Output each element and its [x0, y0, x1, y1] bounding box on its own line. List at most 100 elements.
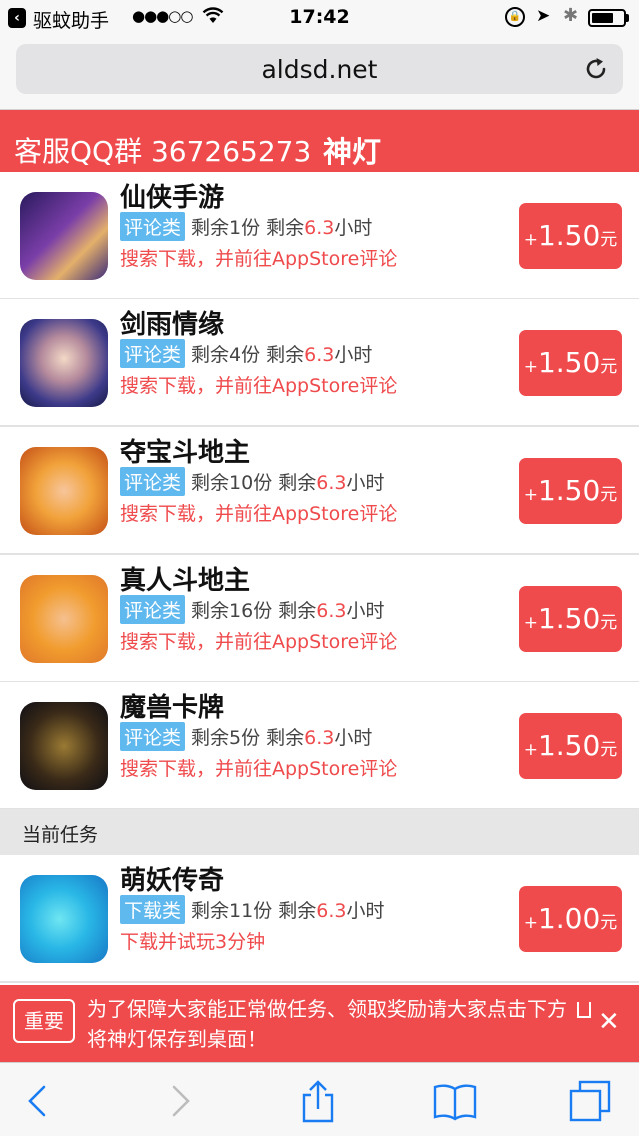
task-time-prefix: 剩余 — [278, 472, 317, 494]
rotation-lock-icon: 🔒 — [505, 7, 525, 27]
task-row[interactable]: 萌妖传奇 下载类 剩余11份 剩余6.3小时下载并试玩3分钟 +1.00元 — [0, 855, 639, 983]
reward-plus-sign: + — [523, 613, 538, 633]
notice-text: 为了保障大家能正常做任务、领取奖励请大家点击下方 将神灯保存到桌面！ — [87, 994, 607, 1054]
share-icon[interactable] — [296, 1079, 340, 1123]
reward-amount: 1.50 — [537, 346, 601, 379]
zhenren-doudizhu-icon — [20, 575, 108, 663]
forward-icon[interactable] — [158, 1079, 202, 1123]
reward-plus-sign: + — [523, 485, 538, 505]
reward-currency: 元 — [600, 613, 618, 633]
task-row[interactable]: 魔兽卡牌 评论类 剩余5份 剩余6.3小时搜索下载，并前往AppStore评论 +1.… — [0, 682, 639, 810]
task-meta: 评论类 剩余4份 剩余6.3小时 — [120, 339, 372, 368]
reward-currency: 元 — [600, 913, 618, 933]
task-remaining-count: 剩余10份 — [191, 472, 273, 494]
url-text[interactable]: aldsd.net — [16, 55, 623, 84]
task-hours-left: 6.3 — [316, 472, 347, 494]
task-time-suffix: 小时 — [346, 900, 385, 922]
task-category-badge: 评论类 — [120, 722, 186, 751]
task-remaining-count: 剩余11份 — [191, 900, 273, 922]
reward-currency: 元 — [600, 357, 618, 377]
battery-level — [592, 13, 613, 23]
task-row[interactable]: 剑雨情缘 评论类 剩余4份 剩余6.3小时 搜索下载，并前往AppStore评论 +1.… — [0, 299, 639, 427]
task-title: 魔兽卡牌 — [120, 693, 225, 723]
reward-amount: 1.50 — [537, 474, 601, 507]
task-time-prefix: 剩余 — [266, 344, 305, 366]
task-title: 萌妖传奇 — [120, 866, 225, 896]
notice-banner[interactable]: 重要 为了保障大家能正常做任务、领取奖励请大家点击下方 将神灯保存到桌面！ ✕ — [0, 985, 639, 1062]
task-category-badge: 下载类 — [120, 895, 186, 924]
reward-amount: 1.50 — [537, 602, 601, 635]
notice-important-tag: 重要 — [13, 999, 75, 1043]
task-title: 真人斗地主 — [120, 566, 251, 596]
task-hours-left: 6.3 — [316, 600, 347, 622]
task-time-suffix: 小时 — [346, 600, 385, 622]
reward-plus-sign: + — [523, 357, 538, 377]
notice-text-before: 为了保障大家能正常做任务、领取奖励请大家点击下方 — [87, 997, 567, 1021]
task-hint: 搜索下载，并前往AppStore评论 — [120, 503, 398, 525]
browser-address-bar: aldsd.net — [0, 38, 639, 110]
duobao-doudizhu-icon — [20, 447, 108, 535]
task-hint: 搜索下载，并前往AppStore评论 — [120, 375, 398, 397]
jianyu-game-icon — [20, 319, 108, 407]
task-category-badge: 评论类 — [120, 595, 186, 624]
task-meta: 下载类 剩余11份 剩余6.3小时 — [120, 895, 385, 924]
qq-group-text: 客服QQ群 367265273 — [14, 135, 312, 168]
battery-icon — [588, 9, 626, 27]
task-title: 夺宝斗地主 — [120, 438, 251, 468]
task-remaining-count: 剩余1份 — [191, 217, 261, 239]
task-meta: 评论类 剩余16份 剩余6.3小时 — [120, 595, 385, 624]
task-category-badge: 评论类 — [120, 467, 186, 496]
task-reward-button[interactable]: +1.50元 — [519, 713, 622, 779]
task-hint: 下载并试玩3分钟 — [120, 931, 266, 953]
reward-amount: 1.00 — [537, 902, 601, 935]
task-row[interactable]: 仙侠手游 评论类 剩余1份 剩余6.3小时搜索下载，并前往AppStore评论 +1.… — [0, 172, 639, 300]
task-hours-left: 6.3 — [304, 217, 335, 239]
reward-currency: 元 — [600, 740, 618, 760]
task-time-prefix: 剩余 — [266, 727, 305, 749]
task-reward-button[interactable]: +1.50元 — [519, 586, 622, 652]
task-time-prefix: 剩余 — [278, 600, 317, 622]
task-hint: 搜索下载，并前往AppStore评论 — [120, 248, 398, 270]
tabs-icon[interactable] — [568, 1079, 612, 1123]
task-reward-button[interactable]: +1.00元 — [519, 886, 622, 952]
task-time-prefix: 剩余 — [266, 217, 305, 239]
task-time-suffix: 小时 — [346, 472, 385, 494]
bluetooth-icon: ✱ — [563, 5, 579, 26]
section-current-tasks: 当前任务 — [0, 809, 639, 855]
task-reward-button[interactable]: +1.50元 — [519, 203, 622, 269]
reward-plus-sign: + — [523, 913, 538, 933]
task-remaining-count: 剩余5份 — [191, 727, 261, 749]
reward-plus-sign: + — [523, 230, 538, 250]
task-meta: 评论类 剩余10份 剩余6.3小时 — [120, 467, 385, 496]
task-hours-left: 6.3 — [316, 900, 347, 922]
location-icon: ➤ — [536, 6, 551, 26]
task-hours-left: 6.3 — [304, 727, 335, 749]
task-hint: 搜索下载，并前往AppStore评论 — [120, 758, 398, 780]
task-time-suffix: 小时 — [334, 217, 373, 239]
task-remaining-count: 剩余4份 — [191, 344, 261, 366]
notice-close-icon[interactable]: ✕ — [598, 1007, 620, 1037]
task-hours-left: 6.3 — [304, 344, 335, 366]
bookmarks-icon[interactable] — [433, 1079, 477, 1123]
notice-text-after: 将神灯保存到桌面！ — [87, 1027, 267, 1051]
browser-toolbar — [0, 1062, 639, 1136]
task-hint: 搜索下载，并前往AppStore评论 — [120, 631, 398, 653]
task-reward-button[interactable]: +1.50元 — [519, 330, 622, 396]
reward-amount: 1.50 — [537, 219, 601, 252]
task-row[interactable]: 夺宝斗地主 评论类 剩余10份 剩余6.3小时搜索下载，并前往AppStore评论 +… — [0, 427, 639, 555]
task-time-suffix: 小时 — [334, 344, 373, 366]
task-row[interactable]: 真人斗地主 评论类 剩余16份 剩余6.3小时 搜索下载，并前往AppStore评论 +… — [0, 555, 639, 683]
share-icon — [577, 1002, 592, 1018]
reload-icon[interactable] — [581, 54, 611, 84]
url-field[interactable]: aldsd.net — [16, 44, 623, 94]
reward-currency: 元 — [600, 230, 618, 250]
reward-plus-sign: + — [523, 740, 538, 760]
task-meta: 评论类 剩余5份 剩余6.3小时 — [120, 722, 372, 751]
task-title: 仙侠手游 — [120, 183, 225, 213]
task-time-suffix: 小时 — [334, 727, 373, 749]
moshou-card-icon — [20, 702, 108, 790]
back-icon[interactable] — [16, 1079, 60, 1123]
xianxia-game-icon — [20, 192, 108, 280]
task-category-badge: 评论类 — [120, 212, 186, 241]
task-reward-button[interactable]: +1.50元 — [519, 458, 622, 524]
